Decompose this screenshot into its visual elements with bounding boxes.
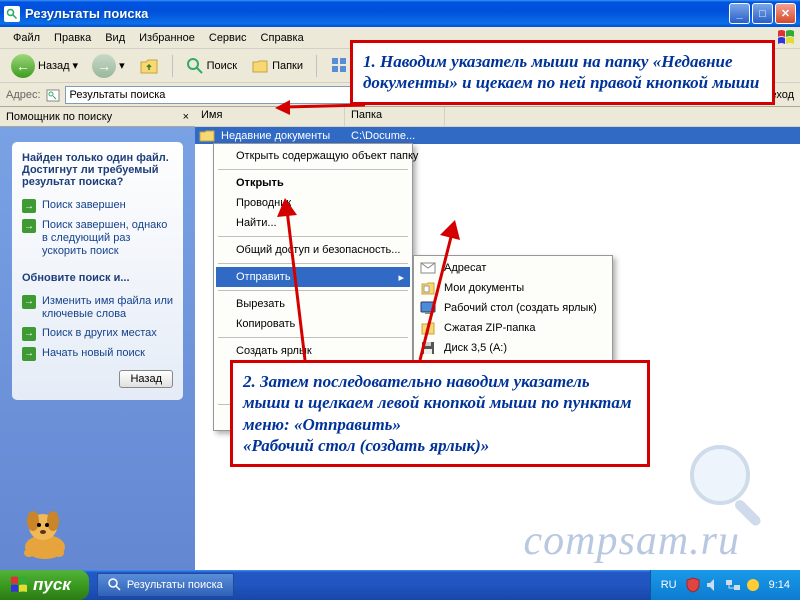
menu-file[interactable]: Файл [6,30,47,46]
sidebar-item-elsewhere[interactable]: →Поиск в других местах [22,324,173,344]
sidebar-close-button[interactable]: × [183,111,189,123]
search-result-panel: Найден только один файл. Достигнут ли тр… [12,142,183,400]
clock[interactable]: 9:14 [769,579,790,591]
menu-help[interactable]: Справка [254,30,311,46]
arrow-icon: → [22,199,36,213]
file-name: Недавние документы [215,130,345,142]
arrow-icon: → [22,219,36,233]
tray-network-icon[interactable] [725,577,741,593]
panel-question: Найден только один файл. Достигнут ли тр… [22,152,173,188]
search-window-icon [4,6,20,22]
callout-step-2: 2. Затем последовательно наводим указате… [230,360,650,467]
ctx-open-containing[interactable]: Открыть содержащую объект папку [216,146,410,166]
sidebar-back-button[interactable]: Назад [119,370,173,388]
callout-step-1: 1. Наводим указатель мыши на папку «Неда… [350,40,775,105]
red-arrow-annotation [410,215,470,365]
menu-favorites[interactable]: Избранное [132,30,202,46]
folders-icon [251,57,269,75]
menu-edit[interactable]: Правка [47,30,98,46]
panel-question-2: Обновите поиск и... [22,272,173,284]
arrow-icon: → [22,295,36,309]
red-arrow-annotation [275,195,345,365]
watermark: compsam.ru [524,517,741,565]
tray-updates-icon[interactable] [745,577,761,593]
sidebar-header: Помощник по поиску × [0,107,195,127]
window-buttons: _ □ ✕ [729,3,796,24]
file-folder: C:\Docume... [345,130,435,142]
search-sidebar: Помощник по поиску × Найден только один … [0,107,195,570]
tray-shield-icon[interactable] [685,577,701,593]
tray-volume-icon[interactable] [705,577,721,593]
back-button[interactable]: ← Назад ▾ [6,51,83,81]
close-button[interactable]: ✕ [775,3,796,24]
language-indicator[interactable]: RU [661,579,677,591]
sidebar-title: Помощник по поиску [6,111,112,123]
taskbar: пуск Результаты поиска RU 9:14 [0,570,800,600]
separator [172,55,173,77]
search-button[interactable]: Поиск [181,54,242,78]
window-titlebar: Результаты поиска _ □ ✕ [0,0,800,27]
search-dog-icon[interactable] [15,505,75,560]
sidebar-item-rename[interactable]: →Изменить имя файла или ключевые слова [22,292,173,324]
dropdown-arrow-icon: ▾ [73,59,79,72]
address-label: Адрес: [6,89,41,101]
back-arrow-icon: ← [11,54,35,78]
main-area: Помощник по поиску × Найден только один … [0,107,800,570]
folder-icon [199,129,215,143]
file-row-selected[interactable]: Недавние документы C:\Docume... [195,127,800,144]
folder-up-icon [139,56,159,76]
sidebar-item-finish[interactable]: →Поиск завершен [22,196,173,216]
start-button[interactable]: пуск [0,570,89,600]
search-icon [108,578,122,592]
search-icon [186,57,204,75]
arrow-icon: → [22,327,36,341]
views-icon [330,56,350,76]
arrow-icon: → [22,347,36,361]
ctx-open[interactable]: Открыть [216,173,410,193]
taskbar-button-search[interactable]: Результаты поиска [97,573,234,597]
window-title: Результаты поиска [25,6,729,21]
separator [218,169,408,170]
menu-tools[interactable]: Сервис [202,30,254,46]
maximize-button[interactable]: □ [752,3,773,24]
up-button[interactable] [134,53,164,79]
sidebar-item-newsearch[interactable]: →Начать новый поиск [22,344,173,364]
menu-view[interactable]: Вид [98,30,132,46]
search-results-icon [45,87,61,103]
separator [316,55,317,77]
dropdown-arrow-icon: ▾ [119,59,125,72]
folders-button[interactable]: Папки [246,54,308,78]
windows-flag-icon [10,576,28,594]
forward-button[interactable]: → ▾ [87,51,130,81]
submenu-arrow-icon: ▸ [398,271,404,284]
forward-arrow-icon: → [92,54,116,78]
system-tray: RU 9:14 [650,570,800,600]
minimize-button[interactable]: _ [729,3,750,24]
windows-flag-icon [776,29,796,47]
sidebar-item-speedup[interactable]: →Поиск завершен, однако в следующий раз … [22,216,173,262]
